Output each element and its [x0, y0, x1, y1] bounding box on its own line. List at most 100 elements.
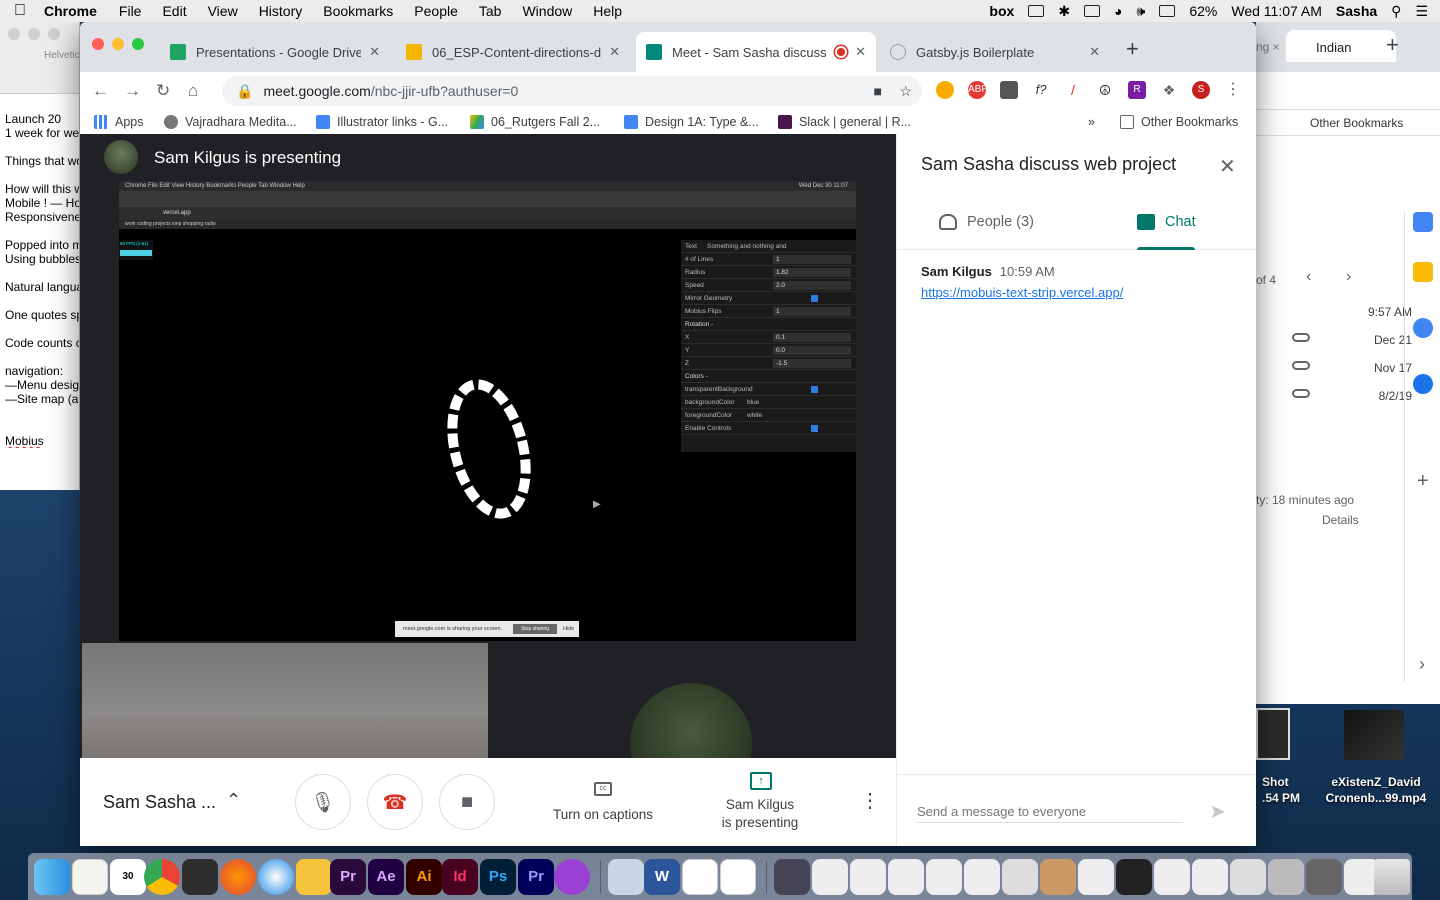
- slack-icon[interactable]: [720, 859, 756, 895]
- recent-window-thumbnail[interactable]: [774, 859, 810, 895]
- chrome-dock-icon[interactable]: [144, 859, 180, 895]
- close-tab-icon[interactable]: ✕: [609, 44, 620, 60]
- bookmark-vajradhara[interactable]: Vajradhara Medita...: [164, 115, 297, 129]
- recent-window-thumbnail[interactable]: [1078, 859, 1114, 895]
- podcasts-icon[interactable]: [554, 859, 590, 895]
- camera-in-use-icon[interactable]: ■: [874, 83, 882, 99]
- expand-panel-icon[interactable]: ›: [1419, 654, 1425, 675]
- tab-gatsby[interactable]: Gatsby.js Boilerplate ✕: [880, 32, 1110, 72]
- battery-percent[interactable]: 62%: [1189, 3, 1217, 19]
- recent-window-thumbnail[interactable]: [1154, 859, 1190, 895]
- close-dot-icon[interactable]: [8, 28, 20, 40]
- emoji-extension-icon[interactable]: [936, 81, 954, 99]
- pen-extension-icon[interactable]: /: [1064, 81, 1082, 99]
- bookmark-rutgers[interactable]: 06_Rutgers Fall 2...: [470, 115, 600, 129]
- home-icon[interactable]: ⌂: [188, 81, 198, 101]
- add-addon-icon[interactable]: +: [1417, 470, 1429, 493]
- bookmark-star-icon[interactable]: ☆: [899, 83, 912, 100]
- bookmark-slack[interactable]: Slack | general | R...: [778, 115, 911, 129]
- send-icon[interactable]: ➤: [1209, 799, 1226, 824]
- new-tab-icon[interactable]: +: [1386, 32, 1399, 58]
- recent-window-thumbnail[interactable]: [1306, 859, 1342, 895]
- forward-icon[interactable]: →: [124, 81, 141, 101]
- background-other-bookmarks[interactable]: Other Bookmarks: [1256, 110, 1440, 136]
- next-page-icon[interactable]: ›: [1346, 268, 1351, 286]
- presenting-status-button[interactable]: Sam Kilgus is presenting: [710, 796, 810, 832]
- menu-tab[interactable]: Tab: [479, 3, 502, 19]
- calendar-dock-icon[interactable]: 30: [110, 859, 146, 895]
- menu-people[interactable]: People: [414, 3, 458, 19]
- back-icon[interactable]: ←: [92, 81, 109, 101]
- menu-window[interactable]: Window: [522, 3, 572, 19]
- clock[interactable]: Wed 11:07 AM: [1231, 3, 1322, 19]
- contacts-icon[interactable]: [1413, 374, 1433, 394]
- background-browser-window[interactable]: ng × Indian + Other Bookmarks of 4 ‹ › 9…: [1256, 22, 1440, 704]
- recent-window-thumbnail[interactable]: [926, 859, 962, 895]
- bookmark-apps[interactable]: Apps: [94, 115, 144, 129]
- tasks-icon[interactable]: [1413, 318, 1433, 338]
- present-screen-icon[interactable]: ↑: [750, 772, 772, 790]
- close-window-icon[interactable]: [92, 38, 104, 50]
- recent-window-thumbnail[interactable]: [812, 859, 848, 895]
- adblock-extension-icon[interactable]: ABP: [968, 81, 988, 99]
- zoom-window-icon[interactable]: [132, 38, 144, 50]
- premiere-rush-icon[interactable]: Pr: [518, 859, 554, 895]
- keep-icon[interactable]: [1413, 262, 1433, 282]
- tab-esp-content[interactable]: 06_ESP-Content-directions-de ✕: [396, 32, 630, 72]
- puzzle-extensions-icon[interactable]: ❖: [1160, 81, 1178, 99]
- menu-edit[interactable]: Edit: [162, 3, 186, 19]
- preview-icon[interactable]: [608, 859, 644, 895]
- cyberduck-icon[interactable]: [296, 859, 332, 895]
- message-link[interactable]: https://mobuis-text-strip.vercel.app/: [921, 285, 1123, 300]
- font-selector[interactable]: Helvetic: [44, 50, 80, 61]
- recent-window-thumbnail[interactable]: [888, 859, 924, 895]
- background-tab-indian[interactable]: Indian: [1286, 30, 1396, 62]
- box-status-icon[interactable]: box: [989, 3, 1014, 19]
- text-document-body[interactable]: Launch 20 1 week for we Things that wo H…: [0, 94, 79, 448]
- recent-window-thumbnail[interactable]: [850, 859, 886, 895]
- recent-window-thumbnail[interactable]: [1002, 859, 1038, 895]
- tab-meet[interactable]: Meet - Sam Sasha discuss ✕: [636, 32, 876, 72]
- new-tab-icon[interactable]: +: [1126, 36, 1139, 62]
- creative-cloud-icon[interactable]: [1028, 5, 1045, 17]
- premiere-icon[interactable]: Pr: [330, 859, 366, 895]
- notification-center-icon[interactable]: ☰: [1415, 3, 1428, 20]
- bookmarks-overflow[interactable]: »: [1088, 115, 1095, 129]
- desktop-file-thumbnail[interactable]: [1256, 708, 1290, 760]
- bookmark-other[interactable]: Other Bookmarks: [1120, 115, 1238, 129]
- chrome-menu-icon[interactable]: ⋮: [1224, 81, 1242, 99]
- microphone-button[interactable]: 🎙: [295, 774, 351, 830]
- font-extension-icon[interactable]: f?: [1032, 81, 1050, 99]
- notes-icon[interactable]: [72, 859, 108, 895]
- recent-window-thumbnail[interactable]: [1268, 859, 1304, 895]
- menu-help[interactable]: Help: [593, 3, 622, 19]
- recent-window-thumbnail[interactable]: [1192, 859, 1228, 895]
- tab-chat[interactable]: Chat: [1137, 214, 1196, 230]
- background-text-document[interactable]: Helvetic Launch 20 1 week for we Things …: [0, 22, 80, 490]
- reload-icon[interactable]: ↻: [156, 81, 170, 101]
- menu-bookmarks[interactable]: Bookmarks: [323, 3, 393, 19]
- word-icon[interactable]: W: [644, 859, 680, 895]
- indesign-icon[interactable]: Id: [442, 859, 478, 895]
- recent-window-thumbnail[interactable]: [964, 859, 1000, 895]
- bookmark-design[interactable]: Design 1A: Type &...: [624, 115, 759, 129]
- leave-call-button[interactable]: ☎: [367, 774, 423, 830]
- tab-people[interactable]: People (3): [939, 214, 1034, 230]
- wifi-icon[interactable]: ◕: [1114, 3, 1122, 19]
- menu-view[interactable]: View: [208, 3, 238, 19]
- photoshop-icon[interactable]: Ps: [480, 859, 516, 895]
- prev-page-icon[interactable]: ‹: [1306, 268, 1311, 286]
- recent-window-thumbnail[interactable]: [1040, 859, 1076, 895]
- extension-icon[interactable]: [1000, 81, 1018, 99]
- finder-icon[interactable]: [34, 859, 70, 895]
- menu-history[interactable]: History: [259, 3, 303, 19]
- jira-icon[interactable]: [182, 859, 218, 895]
- camera-button[interactable]: ■: [439, 774, 495, 830]
- purple-extension-icon[interactable]: R: [1128, 81, 1146, 99]
- desktop-file-video[interactable]: eXistenZ_David Cronenb...99.mp4: [1316, 774, 1436, 806]
- apple-menu-icon[interactable]: : [14, 2, 26, 20]
- menu-app-name[interactable]: Chrome: [44, 3, 97, 19]
- meeting-title[interactable]: Sam Sasha ...: [103, 792, 216, 813]
- close-panel-icon[interactable]: ✕: [1219, 154, 1236, 179]
- chat-message-input[interactable]: [917, 801, 1183, 823]
